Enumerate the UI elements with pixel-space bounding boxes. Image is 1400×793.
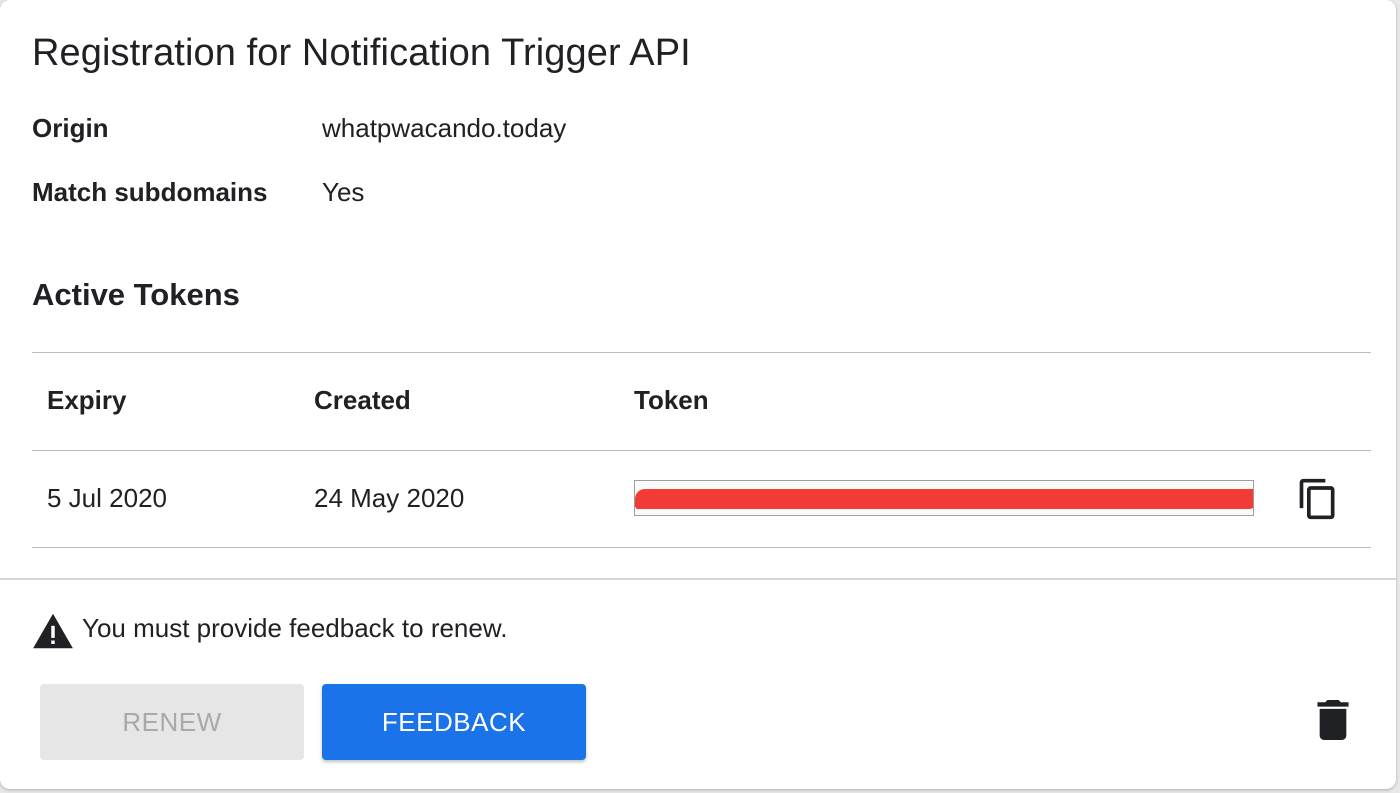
match-subdomains-value: Yes [322, 177, 365, 207]
footer-divider [0, 578, 1396, 580]
token-redaction-mark [635, 489, 1253, 509]
warning-icon [33, 613, 73, 649]
token-value-field[interactable] [634, 480, 1254, 516]
registration-card: Registration for Notification Trigger AP… [0, 0, 1396, 789]
column-header-created: Created [314, 385, 411, 415]
column-header-token: Token [634, 385, 709, 415]
copy-icon[interactable] [1296, 477, 1340, 521]
table-top-divider [32, 352, 1371, 353]
token-expiry-cell: 5 Jul 2020 [47, 483, 167, 513]
token-created-cell: 24 May 2020 [314, 483, 465, 513]
table-bottom-divider [32, 547, 1371, 548]
active-tokens-heading: Active Tokens [32, 277, 240, 312]
renew-warning-message: You must provide feedback to renew. [82, 613, 508, 643]
origin-label: Origin [32, 113, 109, 143]
page-title: Registration for Notification Trigger AP… [32, 32, 691, 74]
match-subdomains-label: Match subdomains [32, 177, 268, 207]
renew-button[interactable]: RENEW [40, 684, 304, 760]
column-header-expiry: Expiry [47, 385, 127, 415]
origin-value: whatpwacando.today [322, 113, 567, 143]
feedback-button[interactable]: FEEDBACK [322, 684, 586, 760]
table-header-divider [32, 450, 1371, 451]
trash-icon[interactable] [1316, 700, 1350, 740]
